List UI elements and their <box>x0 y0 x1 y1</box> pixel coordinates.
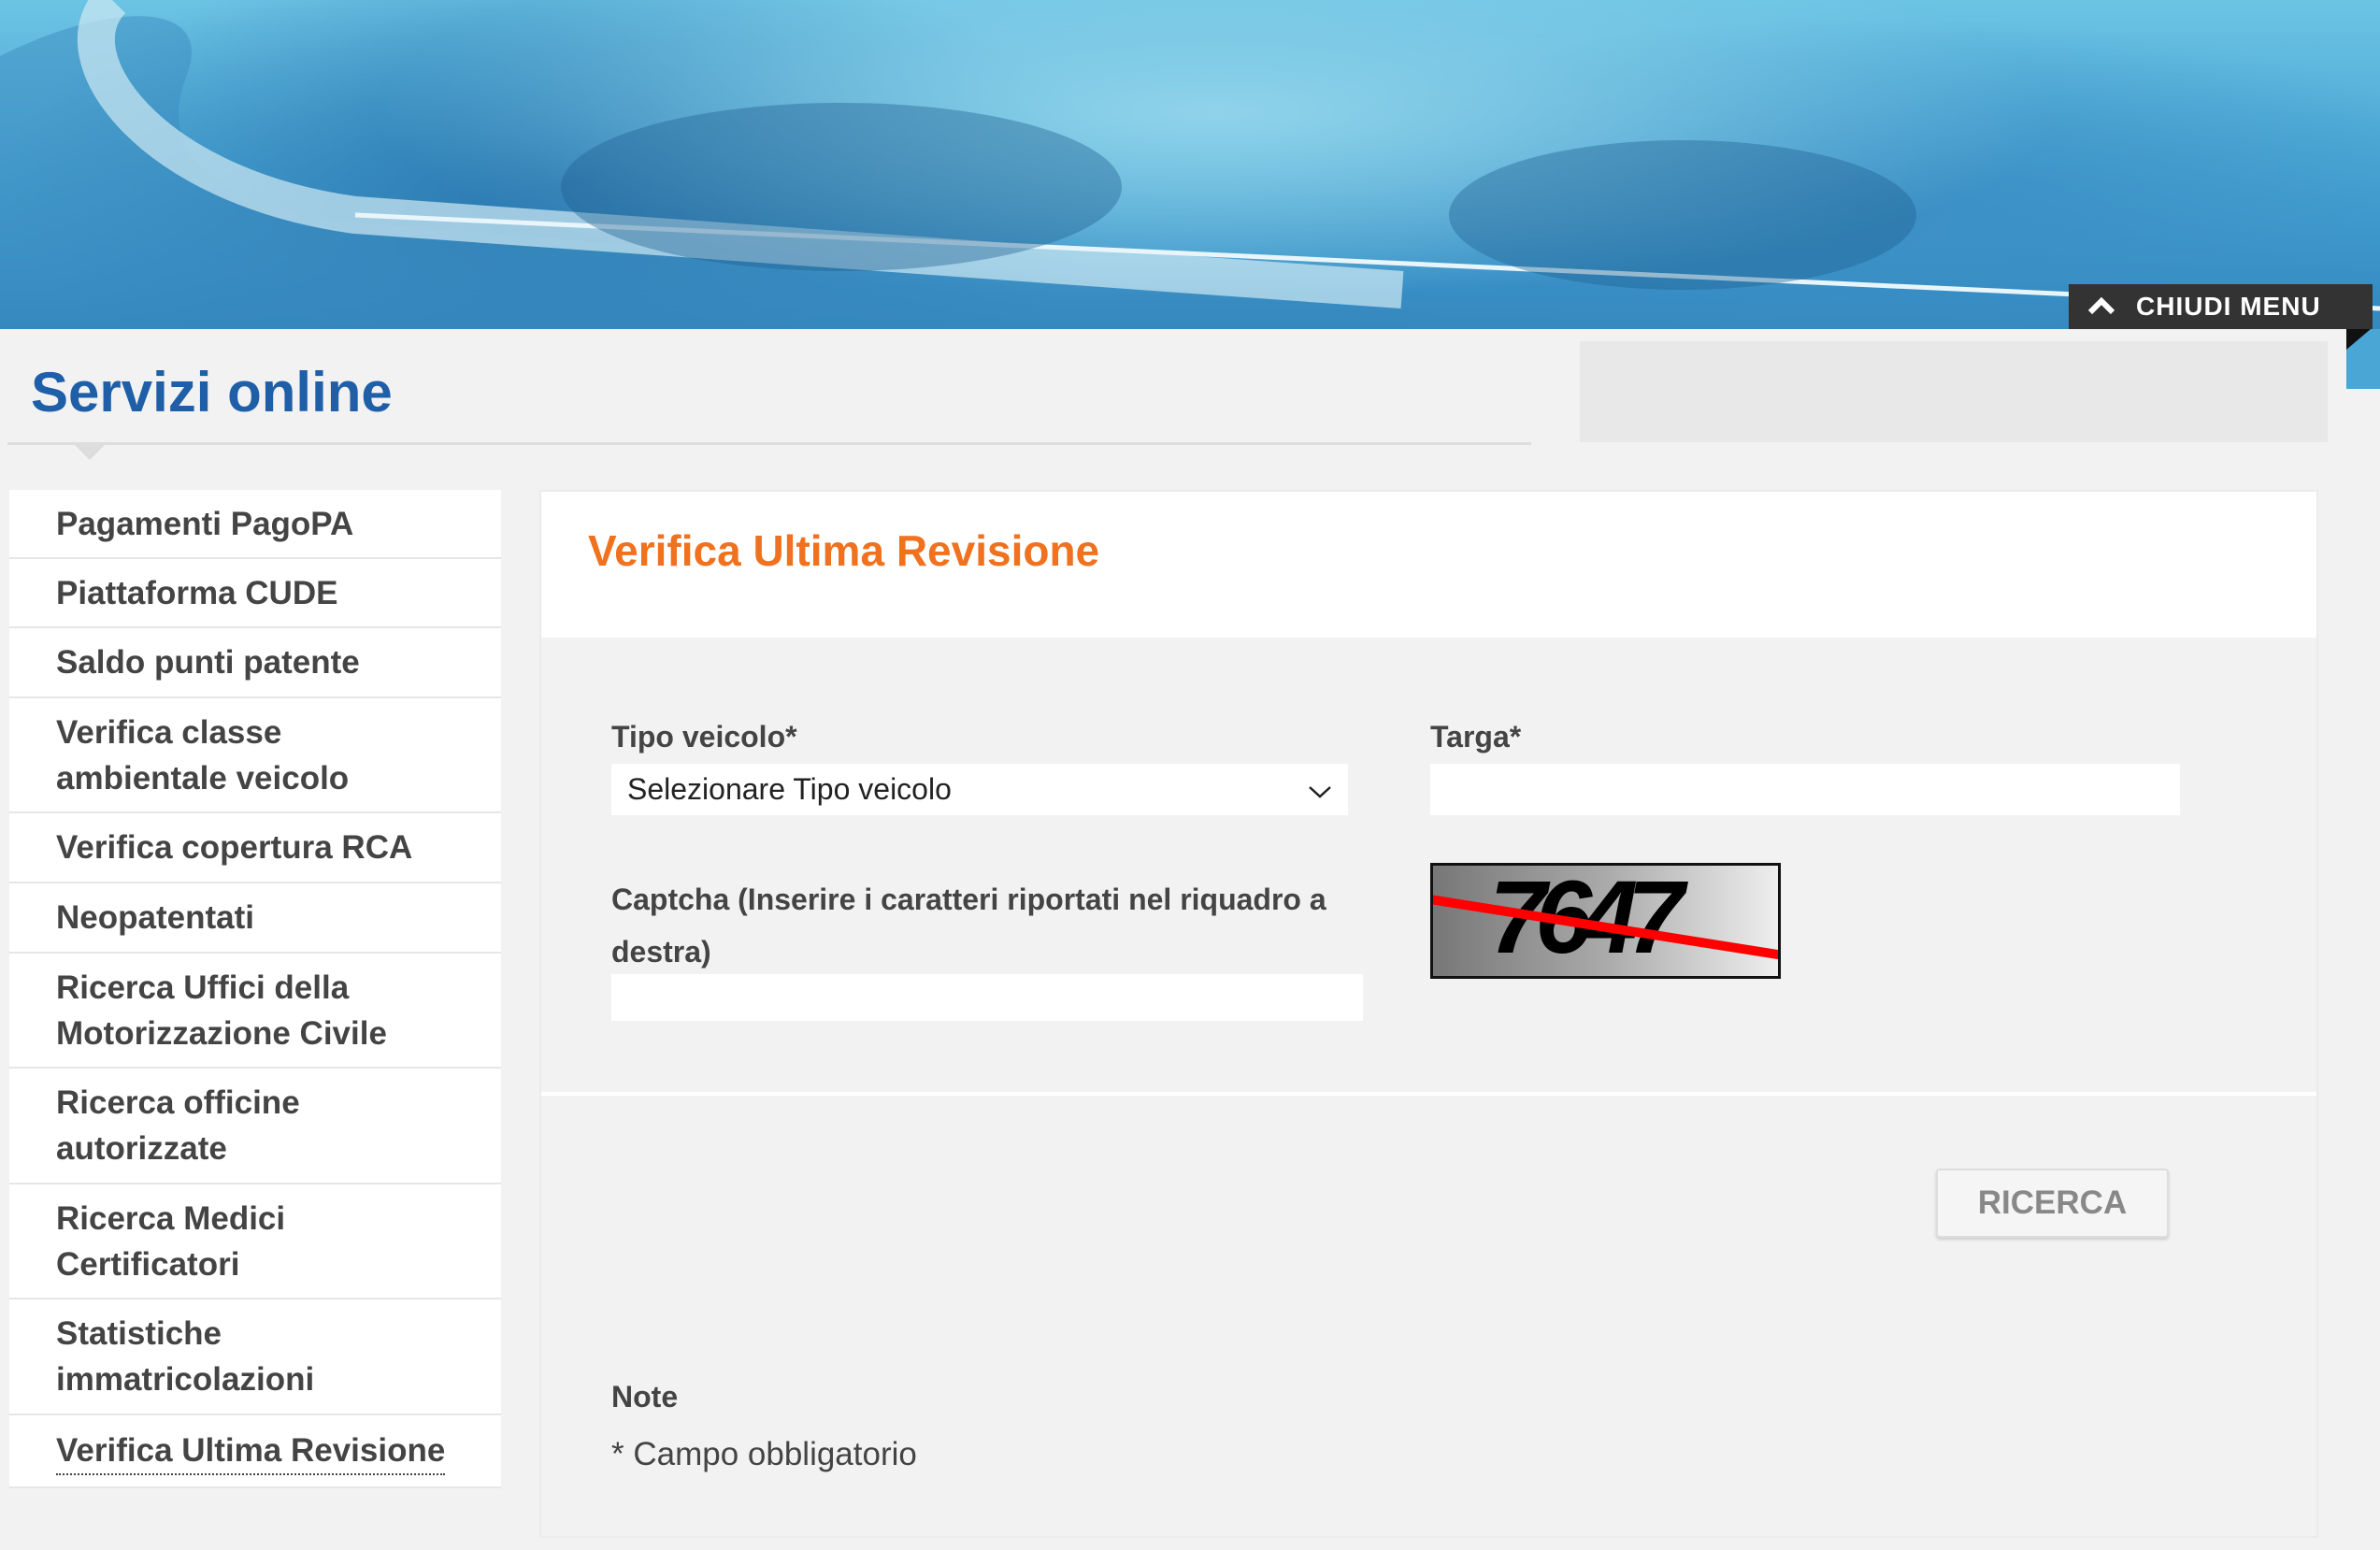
form-title: Verifica Ultima Revisione <box>588 526 1100 575</box>
page-title: Servizi online <box>31 361 393 423</box>
close-menu-button[interactable]: CHIUDI MENU <box>2069 284 2373 329</box>
sidebar-item-label: Ricerca Medici Certificatori <box>56 1199 286 1283</box>
header-side-box <box>1580 341 2328 442</box>
plate-input[interactable] <box>1430 764 2180 815</box>
sidebar-item-label: Statistiche immatricolazioni <box>56 1315 315 1398</box>
plate-label: Targa* <box>1430 720 1522 753</box>
sidebar-menu: Pagamenti PagoPA Piattaforma CUDE Saldo … <box>9 490 501 1488</box>
sidebar-item-label: Ricerca officine autorizzate <box>56 1084 300 1167</box>
sidebar-item-label: Verifica classe ambientale veicolo <box>56 713 350 797</box>
vehicle-type-select[interactable]: Selezionare Tipo veicolo <box>611 764 1348 815</box>
header-banner-image <box>0 0 2380 329</box>
sidebar-item-label: Neopatentati <box>56 899 254 936</box>
captcha-label: Captcha (Inserire i caratteri riportati … <box>611 883 1326 969</box>
title-divider <box>7 442 1531 445</box>
sidebar-item-piattaforma-cude[interactable]: Piattaforma CUDE <box>9 559 501 628</box>
sidebar-item-label: Piattaforma CUDE <box>56 574 338 611</box>
chevron-up-icon <box>2087 292 2115 322</box>
vehicle-type-value: Selezionare Tipo veicolo <box>627 772 952 806</box>
sidebar-item-label: Ricerca Uffici della Motorizzazione Civi… <box>56 969 387 1052</box>
sidebar-item-ultima-revisione[interactable]: Verifica Ultima Revisione <box>9 1415 501 1488</box>
sidebar-item-saldo-punti[interactable]: Saldo punti patente <box>9 628 501 698</box>
captcha-image: 7647 <box>1430 863 1781 979</box>
sidebar-item-label: Pagamenti PagoPA <box>56 505 354 542</box>
close-menu-label: CHIUDI MENU <box>2136 292 2321 321</box>
sidebar-item-medici[interactable]: Ricerca Medici Certificatori <box>9 1184 501 1299</box>
note-text: * Campo obbligatorio <box>611 1436 917 1472</box>
search-button[interactable]: RICERCA <box>1936 1169 2169 1238</box>
sidebar-item-uffici-motorizzazione[interactable]: Ricerca Uffici della Motorizzazione Civi… <box>9 954 501 1069</box>
form-header: Verifica Ultima Revisione <box>541 492 2316 638</box>
vehicle-type-label: Tipo veicolo* <box>611 720 797 753</box>
sidebar-item-pagamenti-pagopa[interactable]: Pagamenti PagoPA <box>9 490 501 559</box>
sidebar-item-officine[interactable]: Ricerca officine autorizzate <box>9 1069 501 1184</box>
sidebar-item-label: Verifica Ultima Revisione <box>56 1428 446 1475</box>
sidebar-item-label: Verifica copertura RCA <box>56 829 413 866</box>
form-panel: Verifica Ultima Revisione Tipo veicolo* … <box>539 490 2318 1538</box>
sidebar-item-neopatentati[interactable]: Neopatentati <box>9 883 501 954</box>
form-divider <box>541 1092 2316 1096</box>
title-notch <box>73 443 107 460</box>
note-title: Note <box>611 1380 679 1414</box>
captcha-input[interactable] <box>611 974 1363 1021</box>
sidebar-item-label: Saldo punti patente <box>56 644 360 681</box>
sidebar-item-classe-ambientale[interactable]: Verifica classe ambientale veicolo <box>9 698 501 813</box>
sidebar-item-statistiche[interactable]: Statistiche immatricolazioni <box>9 1299 501 1415</box>
ribbon-fold <box>2346 329 2380 389</box>
landscape-illustration <box>0 0 2380 329</box>
chevron-down-icon <box>1308 772 1332 807</box>
sidebar-item-copertura-rca[interactable]: Verifica copertura RCA <box>9 813 501 883</box>
